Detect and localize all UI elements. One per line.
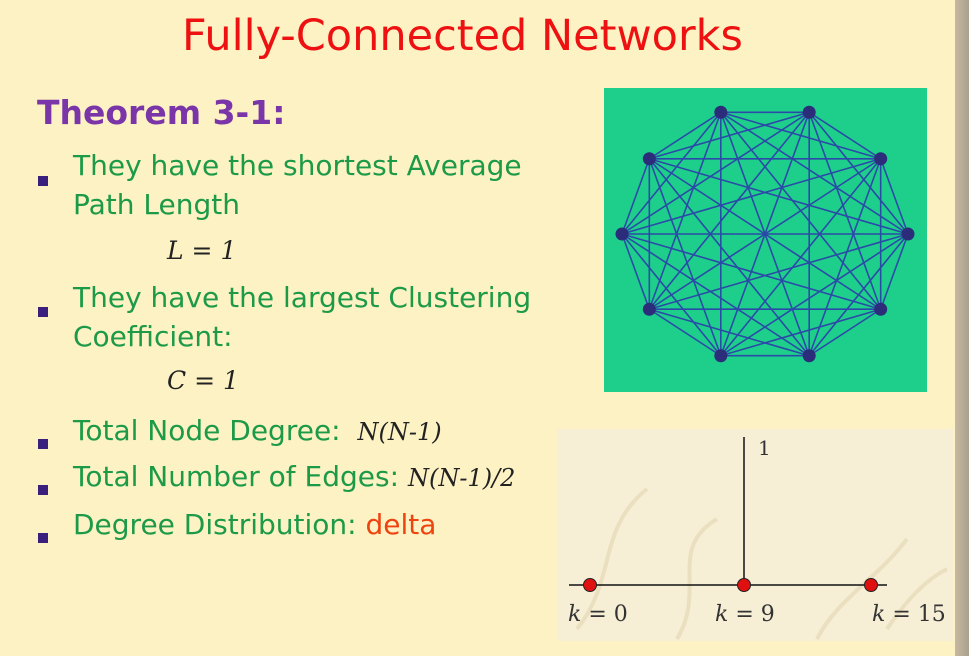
k-variable: k	[872, 602, 886, 627]
bullet-marker	[38, 439, 48, 449]
slide-title: Fully-Connected Networks	[182, 11, 743, 61]
k-label-15: k = 15	[872, 602, 946, 627]
bullet-avg-path-length: They have the shortest Average Path Leng…	[73, 146, 522, 224]
peak-label: 1	[758, 436, 771, 460]
network-edge	[649, 111, 810, 160]
network-edge	[649, 233, 909, 311]
slide: { "title": "Fully-Connected Networks", "…	[0, 0, 969, 656]
delta-highlight: delta	[365, 508, 437, 541]
bullet-edges: Total Number of Edges: N(N-1)/2	[73, 457, 515, 498]
k-variable: k	[568, 602, 582, 627]
network-edge	[648, 158, 722, 357]
network-node	[714, 105, 728, 119]
math-node-degree: N(N-1)	[357, 418, 442, 446]
network-node	[714, 349, 728, 363]
theorem-heading: Theorem 3-1:	[37, 93, 286, 132]
k-label-0: k = 0	[568, 602, 628, 627]
bullet-text: Total Number of Edges:	[73, 460, 400, 493]
network-node	[615, 227, 629, 241]
network-node	[802, 105, 816, 119]
network-edge	[621, 233, 881, 311]
k-label-9: k = 9	[715, 602, 775, 627]
bullet-text: Path Length	[73, 188, 240, 221]
bullet-text: Degree Distribution:	[73, 508, 357, 541]
k-value: = 0	[588, 602, 628, 627]
network-node	[642, 302, 656, 316]
bullet-marker	[38, 533, 48, 543]
bullet-clustering: They have the largest Clustering Coeffic…	[73, 278, 531, 356]
network-edge	[808, 111, 882, 160]
network-edge	[648, 158, 810, 357]
network-node	[802, 349, 816, 363]
bullet-marker	[38, 485, 48, 495]
bullet-text: Total Node Degree:	[73, 414, 341, 447]
bullet-marker	[38, 307, 48, 317]
bullet-marker	[38, 176, 48, 186]
network-edge	[879, 158, 909, 235]
k-value: = 9	[735, 602, 775, 627]
network-edge	[648, 308, 722, 357]
bullet-text: They have the largest Clustering	[73, 281, 532, 314]
node-k0-dot	[583, 578, 597, 592]
bullet-text: They have the shortest Average	[73, 149, 522, 182]
node-k9-dot	[737, 578, 751, 592]
fully-connected-network-image	[604, 88, 927, 392]
k-variable: k	[715, 602, 729, 627]
network-edge	[720, 308, 881, 357]
network-edge	[649, 157, 909, 235]
node-k15-dot	[864, 578, 878, 592]
bullet-degree-distribution: Degree Distribution: delta	[73, 505, 436, 544]
network-node	[642, 152, 656, 166]
network-edge	[879, 233, 909, 310]
network-edge	[648, 111, 722, 160]
network-edge	[621, 233, 722, 357]
network-edge	[808, 308, 882, 357]
formula-L: L = 1	[167, 236, 237, 265]
bullet-text: Coefficient:	[73, 320, 233, 353]
network-edge	[649, 308, 810, 357]
formula-C: C = 1	[167, 366, 239, 395]
network-node	[874, 302, 888, 316]
bullet-node-degree: Total Node Degree: N(N-1)	[73, 411, 442, 452]
network-edge	[621, 158, 651, 235]
network-node	[874, 152, 888, 166]
network-node	[901, 227, 915, 241]
k-value: = 15	[892, 602, 946, 627]
network-graph	[615, 105, 915, 363]
network-edge	[621, 233, 651, 310]
slide-edge	[955, 0, 969, 656]
network-edge	[621, 157, 881, 235]
math-edges: N(N-1)/2	[407, 464, 516, 492]
